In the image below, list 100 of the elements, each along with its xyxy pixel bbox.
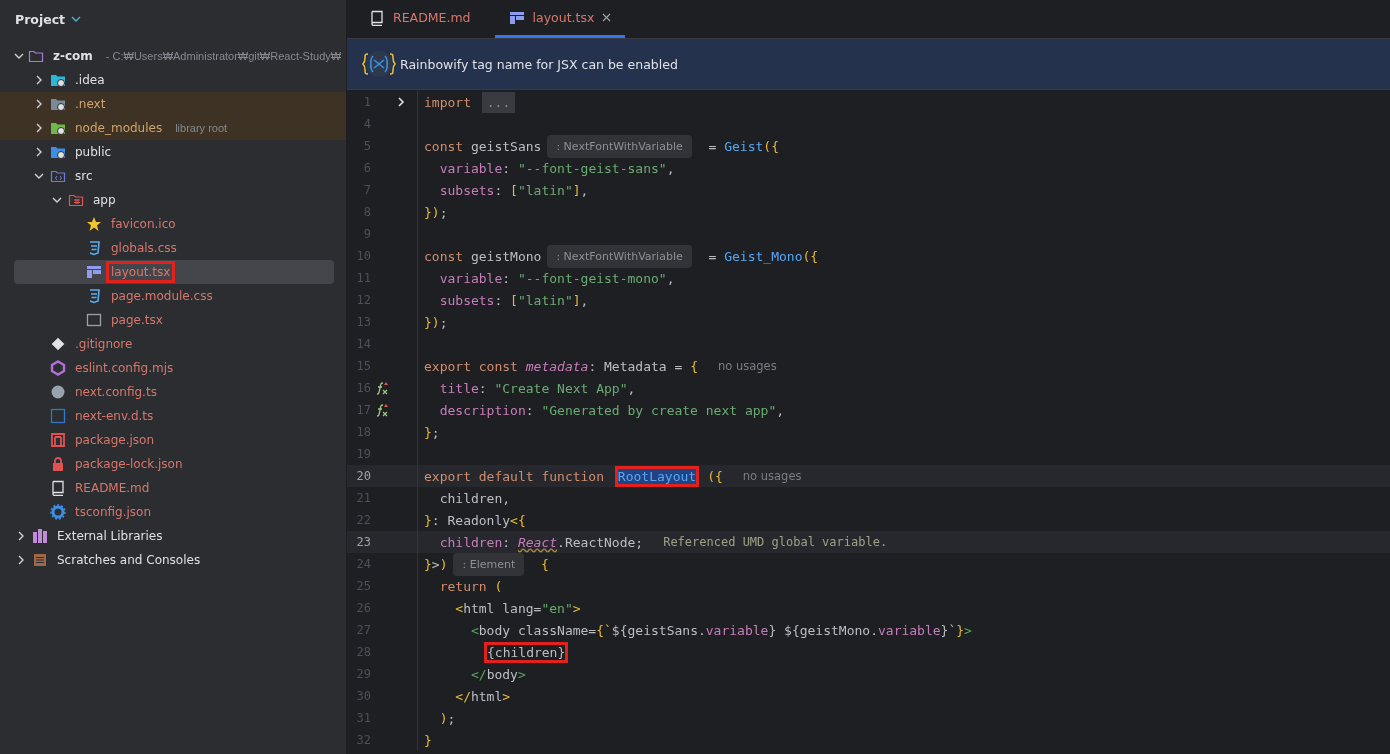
chevron-right-icon[interactable] [16,555,26,565]
code-text: }>) [423,555,449,574]
tree-row[interactable]: next-env.d.ts [14,404,334,428]
brackets-icon [362,50,396,78]
path-hint: - C:₩Users₩Administrator₩git₩React-Study₩ [105,50,342,62]
file-name[interactable]: .idea [70,69,110,91]
tree-row[interactable]: External Libraries [14,524,334,548]
inlay-hint: : Element [453,552,525,576]
banner-message: Rainbowify tag name for JSX can be enabled [400,56,678,72]
chevron-right-icon[interactable] [34,147,44,157]
code-text: <html lang="en"> [454,599,582,618]
path-hint: library root [175,122,228,134]
code-text: <body className={`${geistSans.variable} ${geistMono.variable}`}> [469,621,973,640]
code-text: children: React.ReactNode; [438,533,645,552]
chevron-down-icon[interactable] [14,51,24,61]
tree-row[interactable]: eslint.config.mjs [14,356,334,380]
chevron-right-icon[interactable] [397,97,405,107]
file-name[interactable]: eslint.config.mjs [70,357,179,379]
file-name[interactable]: tsconfig.json [70,501,157,523]
file-name[interactable]: next-env.d.ts [70,405,159,427]
tree-row[interactable]: tsconfig.json [14,500,334,524]
tree-row[interactable]: .idea [14,68,334,92]
chevron-right-icon[interactable] [34,99,44,109]
code-text: export default function [423,467,605,486]
code-text: ({ [706,467,724,486]
code-text: } [423,731,433,750]
folded-code[interactable]: ... [481,91,516,113]
tree-row[interactable]: page.tsx [14,308,334,332]
function-override-icon[interactable] [375,381,389,395]
file-name[interactable]: .gitignore [70,333,138,355]
code-text: }: Readonly<{ [423,511,527,530]
code-text: children, [438,489,512,508]
tree-row[interactable]: next.config.ts [14,380,334,404]
chevron-down-icon[interactable] [52,195,62,205]
code-text: return ( [438,577,504,596]
code-text: title: "Create Next App", [438,379,637,398]
inlay-hint: : NextFontWithVariable [547,244,692,268]
tree-row[interactable]: package.json [14,428,334,452]
tree-row[interactable]: public [14,140,334,164]
chevron-right-icon[interactable] [34,75,44,85]
code-text: import [423,93,472,112]
line-number: 23 [355,535,371,549]
file-name[interactable]: z-com [48,45,98,67]
tree-row[interactable]: src [14,164,334,188]
code-text: </html> [454,687,512,706]
close-icon[interactable] [602,13,612,22]
file-name[interactable]: package.json [70,429,159,451]
code-text: { [540,555,550,574]
code-text: </body> [469,665,527,684]
file-name[interactable]: layout.tsx [106,261,176,283]
file-name[interactable]: src [70,165,98,187]
code-text: subsets: ["latin"], [438,291,590,310]
tree-row[interactable]: app [14,188,334,212]
tree-row[interactable]: globals.css [14,236,334,260]
tree-row[interactable]: README.md [14,476,334,500]
line-number: 20 [355,469,371,483]
code-text: variable: "--font-geist-mono", [438,269,676,288]
usage-hint: no usages [741,468,803,485]
file-name[interactable]: node_modules [70,117,168,139]
code-text: }; [423,423,441,442]
file-name[interactable]: package-lock.json [70,453,188,475]
chevron-down-icon[interactable] [71,16,82,22]
code-text: }); [423,313,449,332]
selected-text: RootLayout [614,465,700,487]
tree-row[interactable]: page.module.css [14,284,334,308]
function-override-icon[interactable] [375,403,389,417]
code-text: {children} [484,641,569,663]
code-text: const geistSans [423,137,543,156]
file-name[interactable]: globals.css [106,237,182,259]
tree-row[interactable]: .gitignore [14,332,334,356]
chevron-right-icon[interactable] [34,123,44,133]
code-text: = Geist_Mono({ [707,247,820,266]
code-text: variable: "--font-geist-sans", [438,159,676,178]
file-name[interactable]: public [70,141,117,163]
file-name[interactable]: page.module.css [106,285,218,307]
code-text: const geistMono [423,247,543,266]
file-name[interactable]: .next [70,93,111,115]
tree-row[interactable]: layout.tsx [14,260,334,284]
usage-hint: no usages [716,358,778,375]
panel-title[interactable]: Project [15,11,66,27]
file-name[interactable]: next.config.ts [70,381,162,403]
inline-note: Referenced UMD global variable. [662,534,889,551]
code-text: description: "Generated by create next app", [438,401,786,420]
file-name[interactable]: favicon.ico [106,213,181,235]
tree-row[interactable]: favicon.ico [14,212,334,236]
code-text: = Geist({ [707,137,780,156]
chevron-right-icon[interactable] [16,531,26,541]
file-name[interactable]: page.tsx [106,309,168,331]
file-name[interactable]: External Libraries [52,525,168,547]
tree-row[interactable]: package-lock.json [14,452,334,476]
code-text: }); [423,203,449,222]
tree-row[interactable]: Scratches and Consoles [14,548,334,572]
chevron-down-icon[interactable] [34,171,44,181]
file-name[interactable]: app [88,189,121,211]
file-name[interactable]: README.md [70,477,155,499]
file-name[interactable]: Scratches and Consoles [52,549,206,571]
inlay-hint: : NextFontWithVariable [547,134,692,158]
editor-tab[interactable]: README.md [355,0,485,38]
code-text: export const metadata: Metadata = { [423,357,699,376]
code-text: subsets: ["latin"], [438,181,590,200]
